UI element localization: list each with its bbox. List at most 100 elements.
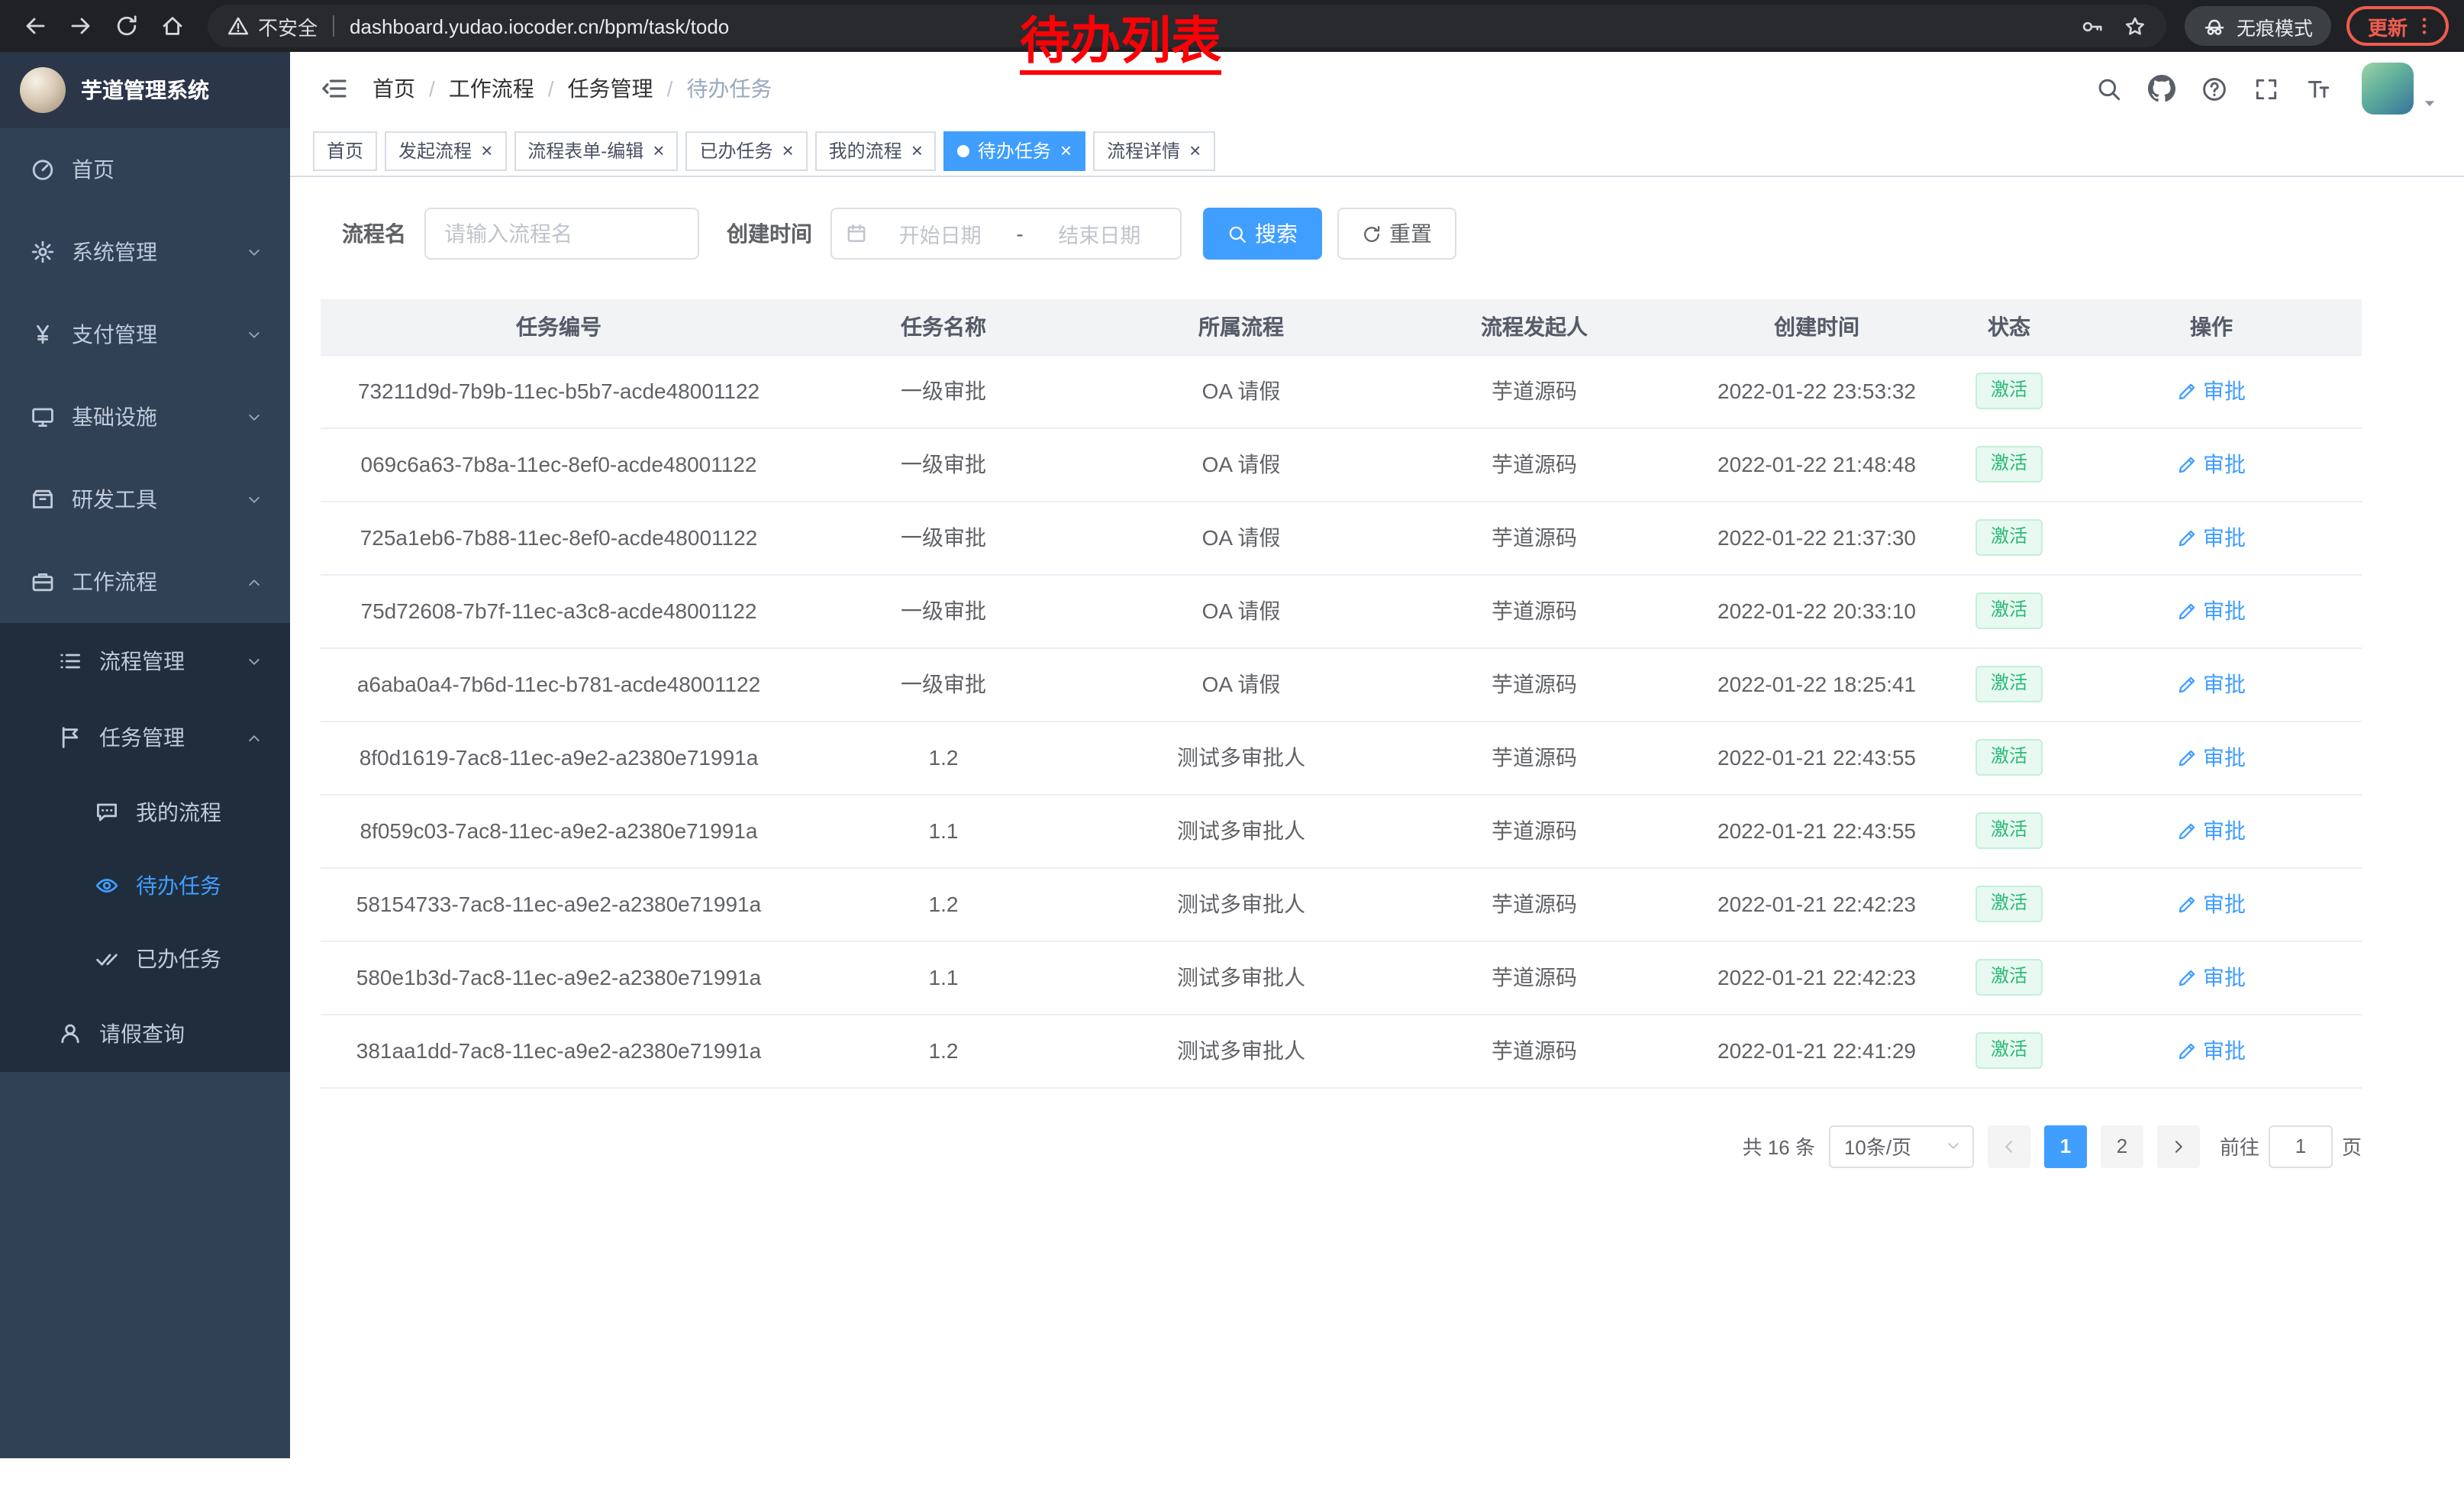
browser-home-button[interactable] bbox=[150, 3, 195, 49]
sidebar-item-task-management[interactable]: 任务管理 bbox=[0, 699, 290, 776]
create-time-cell: 2022-01-21 22:42:23 bbox=[1717, 892, 1916, 916]
approve-link-label: 审批 bbox=[2203, 1035, 2246, 1066]
create-time-cell: 2022-01-22 21:48:48 bbox=[1717, 452, 1916, 476]
app-window: 芋道管理系统 首页 系统管理 支付管理 bbox=[0, 52, 2464, 1501]
tab-todo-tasks[interactable]: 待办任务 × bbox=[944, 131, 1085, 170]
password-key-icon[interactable] bbox=[2081, 15, 2104, 37]
approve-link[interactable]: 审批 bbox=[2177, 596, 2246, 626]
sidebar-item-done-tasks[interactable]: 已办任务 bbox=[0, 922, 290, 996]
page-button-1[interactable]: 1 bbox=[2044, 1125, 2087, 1167]
github-link[interactable] bbox=[2148, 75, 2175, 102]
breadcrumb-workflow[interactable]: 工作流程 bbox=[449, 73, 534, 104]
tags-view: 首页 发起流程 × 流程表单-编辑 × 已办任务 × 我的流程 × bbox=[290, 125, 2464, 177]
task-name-cell: 一级审批 bbox=[901, 525, 986, 550]
browser-update-button[interactable]: 更新 bbox=[2346, 6, 2449, 46]
edit-icon bbox=[2177, 967, 2197, 987]
initiator-cell: 芋道源码 bbox=[1492, 525, 1577, 550]
sidebar-item-workflow[interactable]: 工作流程 bbox=[0, 541, 290, 623]
browser-back-button[interactable] bbox=[12, 3, 58, 49]
task-name-cell: 一级审批 bbox=[901, 672, 986, 696]
sidebar-menu: 首页 系统管理 支付管理 基础设施 bbox=[0, 128, 290, 1072]
process-name-input[interactable] bbox=[424, 208, 699, 260]
sidebar-item-label: 系统管理 bbox=[72, 237, 229, 267]
top-navbar: 首页 / 工作流程 / 任务管理 / 待办任务 bbox=[290, 52, 2464, 125]
bookmark-star-icon[interactable] bbox=[2124, 15, 2146, 37]
double-check-icon bbox=[95, 947, 119, 971]
search-button[interactable]: 搜索 bbox=[1203, 208, 1322, 260]
next-page-button[interactable] bbox=[2157, 1125, 2200, 1167]
approve-link[interactable]: 审批 bbox=[2177, 962, 2246, 993]
task-name-cell: 1.2 bbox=[929, 1038, 959, 1063]
security-indicator[interactable]: 不安全 bbox=[227, 11, 318, 40]
tab-close-icon[interactable]: × bbox=[481, 140, 492, 160]
approve-link[interactable]: 审批 bbox=[2177, 815, 2246, 846]
task-id-cell: 580e1b3d-7ac8-11ec-a9e2-a2380e71991a bbox=[356, 965, 761, 989]
column-header-task-id: 任务编号 bbox=[321, 299, 797, 354]
prev-page-button[interactable] bbox=[1988, 1125, 2030, 1167]
sidebar-item-payment-management[interactable]: 支付管理 bbox=[0, 293, 290, 376]
briefcase-icon bbox=[31, 570, 55, 594]
sidebar-item-home[interactable]: 首页 bbox=[0, 128, 290, 211]
table-row: 069c6a63-7b8a-11ec-8ef0-acde48001122 一级审… bbox=[321, 428, 2362, 501]
active-tab-dot bbox=[958, 144, 970, 157]
approve-link[interactable]: 审批 bbox=[2177, 376, 2246, 406]
table-row: a6aba0a4-7b6d-11ec-b781-acde48001122 一级审… bbox=[321, 647, 2362, 721]
table-row: 725a1eb6-7b88-11ec-8ef0-acde48001122 一级审… bbox=[321, 501, 2362, 574]
tab-label: 已办任务 bbox=[699, 137, 772, 163]
browser-forward-button[interactable] bbox=[58, 3, 104, 49]
page-button-2[interactable]: 2 bbox=[2101, 1125, 2143, 1167]
tab-my-process[interactable]: 我的流程 × bbox=[815, 131, 937, 170]
approve-link[interactable]: 审批 bbox=[2177, 449, 2246, 479]
status-badge: 激活 bbox=[1975, 886, 2043, 922]
user-menu[interactable] bbox=[2362, 63, 2438, 115]
tab-close-icon[interactable]: × bbox=[1060, 140, 1072, 160]
goto-page-input[interactable] bbox=[2269, 1125, 2333, 1167]
approve-link[interactable]: 审批 bbox=[2177, 1035, 2246, 1066]
sidebar-item-infrastructure[interactable]: 基础设施 bbox=[0, 376, 290, 458]
tab-done-tasks[interactable]: 已办任务 × bbox=[685, 131, 807, 170]
reset-button[interactable]: 重置 bbox=[1337, 208, 1456, 260]
approve-link[interactable]: 审批 bbox=[2177, 889, 2246, 919]
sidebar-item-label: 任务管理 bbox=[99, 722, 229, 753]
sidebar-item-my-process[interactable]: 我的流程 bbox=[0, 776, 290, 849]
approve-link[interactable]: 审批 bbox=[2177, 522, 2246, 553]
tab-home[interactable]: 首页 bbox=[313, 131, 377, 170]
create-time-range-picker[interactable]: 开始日期 - 结束日期 bbox=[830, 208, 1182, 260]
sidebar-item-dev-tools[interactable]: 研发工具 bbox=[0, 458, 290, 541]
process-cell: OA 请假 bbox=[1202, 452, 1281, 476]
tab-close-icon[interactable]: × bbox=[653, 140, 664, 160]
update-label: 更新 bbox=[2368, 11, 2408, 40]
approve-link[interactable]: 审批 bbox=[2177, 742, 2246, 773]
sidebar-item-system-management[interactable]: 系统管理 bbox=[0, 211, 290, 293]
breadcrumb-home[interactable]: 首页 bbox=[373, 73, 415, 104]
tab-process-detail[interactable]: 流程详情 × bbox=[1093, 131, 1214, 170]
tab-close-icon[interactable]: × bbox=[782, 140, 793, 160]
font-size-button[interactable] bbox=[2305, 76, 2331, 102]
status-badge: 激活 bbox=[1975, 666, 2043, 702]
initiator-cell: 芋道源码 bbox=[1492, 1038, 1577, 1063]
kebab-menu-icon[interactable] bbox=[2414, 15, 2435, 37]
create-time-cell: 2022-01-21 22:42:23 bbox=[1717, 965, 1916, 989]
tab-close-icon[interactable]: × bbox=[911, 140, 923, 160]
process-cell: 测试多审批人 bbox=[1177, 745, 1305, 770]
help-button[interactable] bbox=[2201, 76, 2227, 102]
sidebar-item-process-management[interactable]: 流程管理 bbox=[0, 623, 290, 699]
tab-process-form-edit[interactable]: 流程表单-编辑 × bbox=[514, 131, 678, 170]
approve-link[interactable]: 审批 bbox=[2177, 669, 2246, 699]
browser-reload-button[interactable] bbox=[104, 3, 150, 49]
avatar[interactable] bbox=[2362, 63, 2414, 115]
sidebar-item-todo-tasks[interactable]: 待办任务 bbox=[0, 849, 290, 922]
sidebar-collapse-button[interactable] bbox=[302, 52, 366, 125]
sidebar-item-leave-query[interactable]: 请假查询 bbox=[0, 996, 290, 1072]
app-logo[interactable]: 芋道管理系统 bbox=[0, 52, 290, 128]
breadcrumb-task-management[interactable]: 任务管理 bbox=[568, 73, 653, 104]
table-row: 73211d9d-7b9b-11ec-b5b7-acde48001122 一级审… bbox=[321, 354, 2362, 428]
page-size-select[interactable]: 10条/页 bbox=[1829, 1125, 1974, 1167]
tab-start-process[interactable]: 发起流程 × bbox=[385, 131, 506, 170]
header-search-button[interactable] bbox=[2096, 76, 2122, 102]
task-name-cell: 一级审批 bbox=[901, 379, 986, 403]
fullscreen-button[interactable] bbox=[2253, 76, 2279, 102]
tab-close-icon[interactable]: × bbox=[1189, 140, 1201, 160]
navbar-tools bbox=[2096, 63, 2438, 115]
process-cell: OA 请假 bbox=[1202, 599, 1281, 623]
